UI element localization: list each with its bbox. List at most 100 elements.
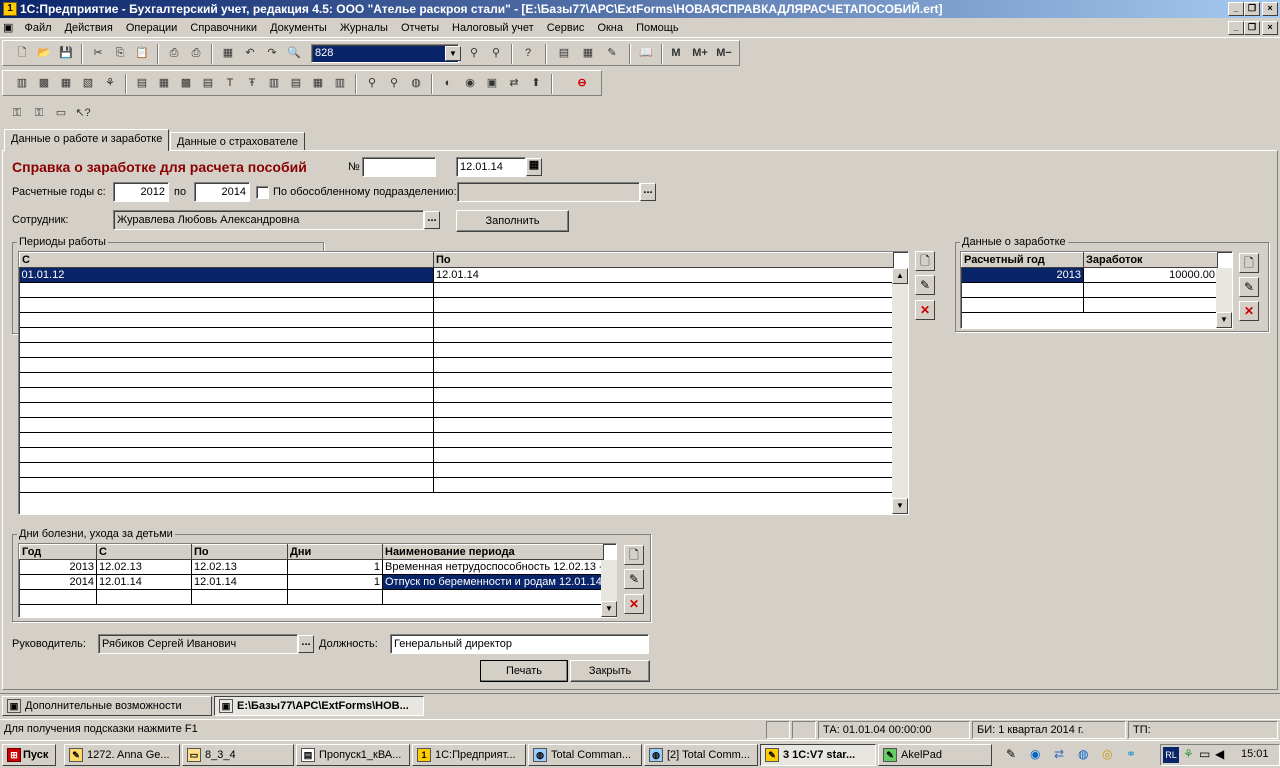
sick-days-cell[interactable]: 1: [287, 574, 383, 590]
sick-scroll-down-icon[interactable]: ▼: [601, 601, 617, 617]
subdivision-checkbox[interactable]: [256, 186, 269, 199]
periods-col-to[interactable]: По: [433, 252, 894, 268]
table2-icon[interactable]: ▦: [155, 74, 173, 92]
employee-field[interactable]: Журавлева Любовь Александровна: [113, 210, 424, 230]
sick-name-cell[interactable]: Временная нетрудоспособность 12.02.13 -: [382, 559, 604, 575]
sick-name-cell[interactable]: Отпуск по беременности и родам 12.01.14: [382, 574, 604, 590]
network-tray-icon[interactable]: ⇄: [1054, 747, 1064, 761]
position-field[interactable]: Генеральный директор: [390, 634, 649, 654]
task-item-2[interactable]: ▭ 8_3_4: [182, 744, 294, 766]
period-from-cell[interactable]: 01.01.12: [19, 267, 434, 283]
close-icon[interactable]: ×: [1262, 2, 1278, 16]
window-tab-form[interactable]: ▣ E:\Базы77\АРС\ExtForms\НОВ...: [214, 696, 424, 716]
stop-icon[interactable]: ⊖: [573, 74, 591, 92]
doc-close-icon[interactable]: ×: [1262, 21, 1278, 35]
pen-tray-icon[interactable]: ✎: [1006, 747, 1016, 761]
year-to-field[interactable]: 2014: [194, 182, 250, 202]
table-row[interactable]: 2013 12.02.13 12.02.13 1 Временная нетру…: [19, 559, 604, 575]
sick-col-year[interactable]: Год: [19, 544, 97, 560]
earnings-delete-icon[interactable]: ✕: [1239, 301, 1259, 321]
clock[interactable]: 15:01: [1241, 748, 1269, 760]
web-icon[interactable]: ◉: [461, 74, 479, 92]
earnings-col-amount[interactable]: Заработок: [1083, 252, 1218, 268]
earnings-edit-icon[interactable]: ✎: [1239, 277, 1259, 297]
table-row[interactable]: 01.01.12 12.01.14: [19, 267, 894, 283]
ie-tray-icon[interactable]: ◉: [1030, 747, 1040, 761]
task-item-7[interactable]: ✎ 3 1C:V7 star...: [760, 744, 876, 766]
new-icon[interactable]: 🗋: [13, 44, 31, 62]
memory-plus-button[interactable]: M+: [689, 44, 711, 62]
scroll-up-icon[interactable]: ▲: [892, 268, 908, 284]
subdivision-field[interactable]: [457, 182, 640, 202]
sick-col-name[interactable]: Наименование периода: [382, 544, 604, 560]
tab-work-earnings[interactable]: Данные о работе и заработке: [4, 129, 170, 151]
find-next-icon[interactable]: ⚲: [465, 44, 483, 62]
sick-to-cell[interactable]: 12.01.14: [191, 574, 288, 590]
book-icon[interactable]: 📖: [637, 44, 655, 62]
period-add-icon[interactable]: 🗋: [915, 251, 935, 271]
folder-net-icon[interactable]: ▣: [483, 74, 501, 92]
sick-col-days[interactable]: Дни: [287, 544, 383, 560]
periods-grid[interactable]: С По 01.01.12 12.01.14: [18, 251, 909, 515]
calc-icon[interactable]: ▦: [219, 44, 237, 62]
memory-minus-button[interactable]: M−: [713, 44, 735, 62]
sync-icon[interactable]: ⇄: [505, 74, 523, 92]
document-menu-icon[interactable]: ▣: [0, 18, 16, 38]
tray-app-icon[interactable]: ⚘: [1183, 747, 1194, 761]
menu-journals[interactable]: Журналы: [335, 18, 393, 38]
search-input[interactable]: 828: [311, 44, 459, 63]
report-icon[interactable]: ▥: [265, 74, 283, 92]
year-from-field[interactable]: 2012: [113, 182, 169, 202]
users-icon[interactable]: ⚲: [385, 74, 403, 92]
calculator-icon[interactable]: ▤: [555, 44, 573, 62]
redo-icon[interactable]: ↷: [263, 44, 281, 62]
monitor-tray-icon[interactable]: ▭: [1199, 747, 1210, 761]
calendar-icon[interactable]: ▦: [579, 44, 597, 62]
menu-operations[interactable]: Операции: [121, 18, 182, 38]
report4-icon[interactable]: ▥: [331, 74, 349, 92]
media-tray-icon[interactable]: ◎: [1102, 747, 1112, 761]
task-item-1[interactable]: ✎ 1272. Anna Ge...: [64, 744, 180, 766]
volume-tray-icon[interactable]: ◀: [1215, 747, 1224, 761]
sick-year-cell[interactable]: 2014: [19, 574, 97, 590]
earnings-add-icon[interactable]: 🗋: [1239, 253, 1259, 273]
menu-help[interactable]: Помощь: [631, 18, 684, 38]
memory-button[interactable]: M: [667, 44, 685, 62]
search-dropdown-icon[interactable]: ▼: [445, 46, 461, 61]
menu-service[interactable]: Сервис: [542, 18, 590, 38]
find-icon[interactable]: 🔍: [285, 44, 303, 62]
sick-col-to[interactable]: По: [191, 544, 288, 560]
copy-icon[interactable]: ⎘: [111, 44, 129, 62]
periods-scrollbar[interactable]: ▲ ▼: [892, 268, 908, 514]
table4-icon[interactable]: ▤: [199, 74, 217, 92]
table3-icon[interactable]: ▩: [177, 74, 195, 92]
tree-icon[interactable]: ⚘: [101, 74, 119, 92]
doc-minimize-icon[interactable]: _: [1228, 21, 1244, 35]
sick-year-cell[interactable]: 2013: [19, 559, 97, 575]
chart-icon[interactable]: ▥: [13, 74, 31, 92]
journal-icon[interactable]: ▦: [57, 74, 75, 92]
print-icon[interactable]: ⎙: [165, 44, 183, 62]
sick-from-cell[interactable]: 12.02.13: [96, 559, 192, 575]
task-item-8[interactable]: ✎ AkelPad: [878, 744, 992, 766]
menu-actions[interactable]: Действия: [60, 18, 118, 38]
sick-scrollbar[interactable]: ▼: [601, 560, 617, 617]
preview-icon[interactable]: ⎙: [187, 44, 205, 62]
exchange-icon[interactable]: ◐: [439, 74, 457, 92]
upload-icon[interactable]: ⬆: [527, 74, 545, 92]
window-tab-extras[interactable]: ▣ Дополнительные возможности: [2, 696, 212, 716]
earnings-amount-cell[interactable]: 10000.00: [1083, 267, 1218, 283]
start-button[interactable]: ⊞ Пуск: [2, 744, 56, 766]
doc-restore-icon[interactable]: ❐: [1244, 21, 1260, 35]
table-row[interactable]: 2013 10000.00: [961, 267, 1218, 283]
language-indicator[interactable]: RL: [1163, 747, 1179, 763]
period-delete-icon[interactable]: ✕: [915, 300, 935, 320]
form-edit-icon[interactable]: ▭: [52, 104, 70, 122]
date-field[interactable]: 12.01.14: [456, 157, 526, 177]
restore-icon[interactable]: ❐: [1244, 2, 1260, 16]
save-icon[interactable]: 💾: [57, 44, 75, 62]
calendar-picker-icon[interactable]: ▦: [526, 158, 542, 176]
employee-select-icon[interactable]: ...: [424, 211, 440, 229]
menu-documents[interactable]: Документы: [265, 18, 332, 38]
manager-select-icon[interactable]: ...: [298, 635, 314, 653]
